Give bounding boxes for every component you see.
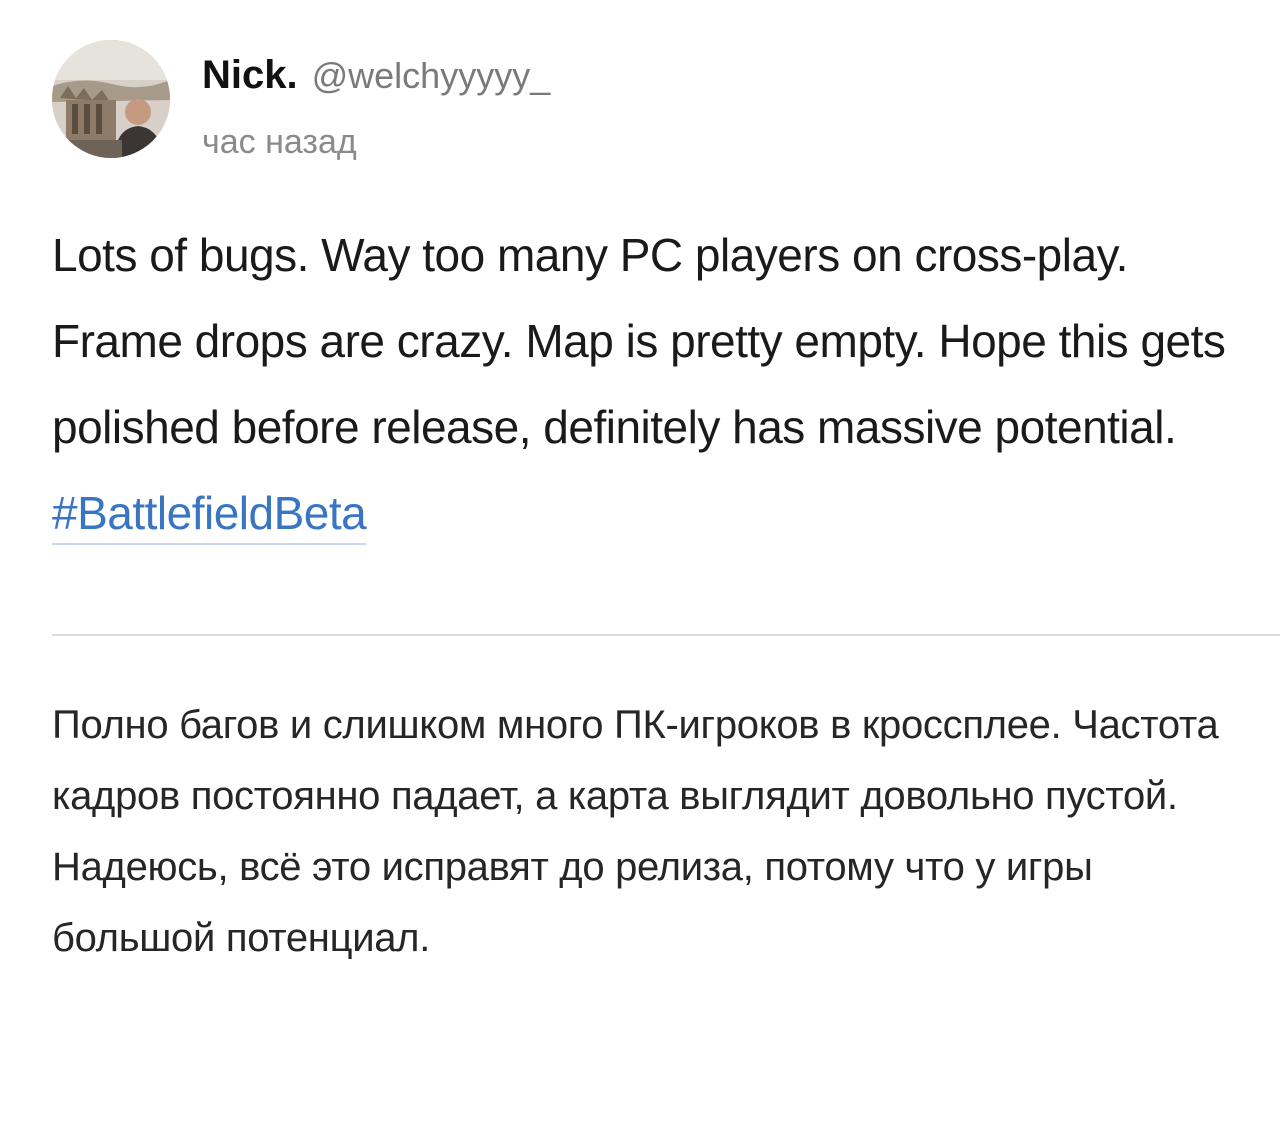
tweet-card: Nick. @welchyyyyy_ час назад Lots of bugs… (0, 0, 1280, 1129)
post-body: Lots of bugs. Way too many PC players on… (52, 212, 1232, 556)
user-avatar-photo-icon (52, 40, 170, 158)
name-row: Nick. @welchyyyyy_ (202, 50, 550, 109)
post-timestamp[interactable]: час назад (202, 120, 357, 164)
user-handle[interactable]: @welchyyyyy_ (312, 55, 551, 96)
hashtag-link[interactable]: #BattlefieldBeta (52, 487, 367, 545)
post-text: Lots of bugs. Way too many PC players on… (52, 229, 1226, 453)
translation-text: Полно багов и слишком много ПК-игроков в… (52, 703, 1219, 960)
tweet-header: Nick. @welchyyyyy_ час назад (52, 40, 952, 161)
divider (52, 634, 1280, 636)
display-name[interactable]: Nick. (202, 53, 298, 97)
avatar[interactable] (52, 40, 170, 158)
